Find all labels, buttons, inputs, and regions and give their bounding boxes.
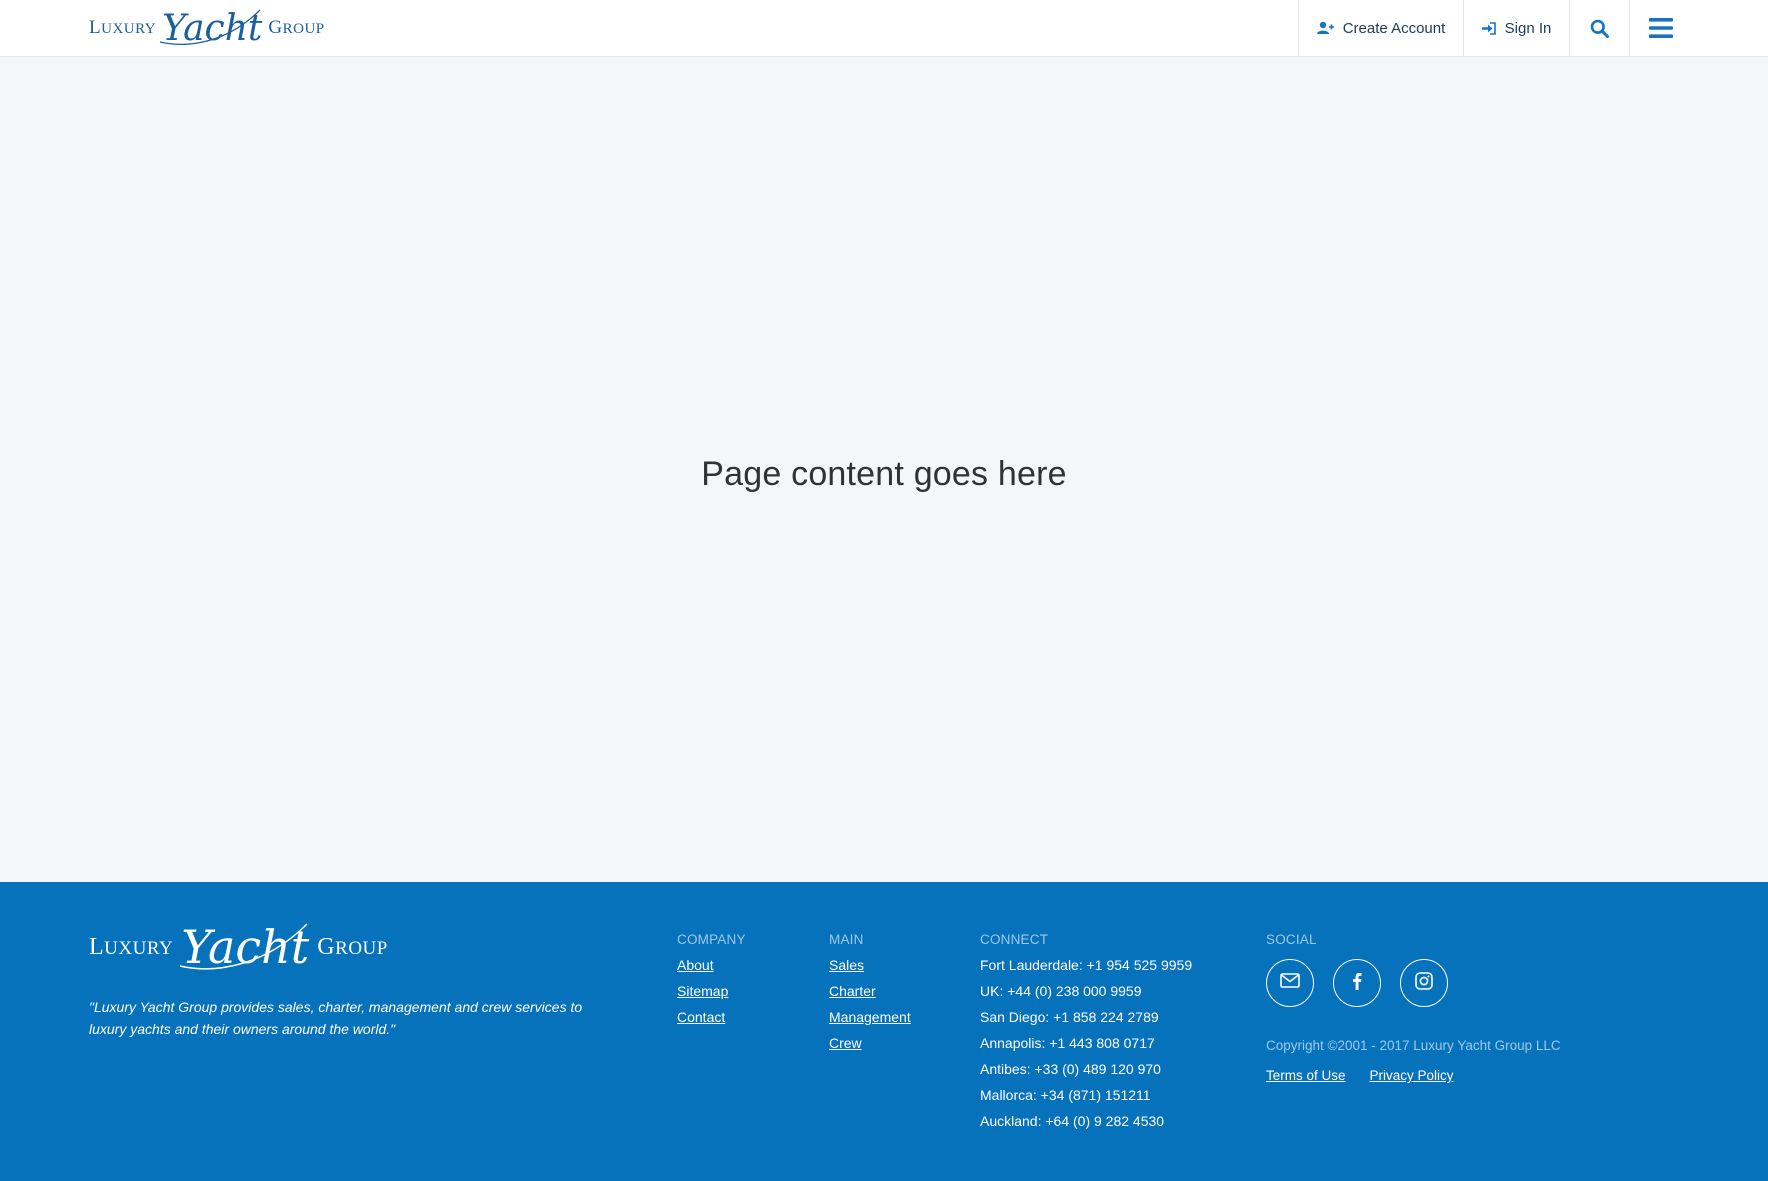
footer-heading-social: SOCIAL <box>1266 932 1317 947</box>
copyright-text: Copyright ©2001 - 2017 Luxury Yacht Grou… <box>1266 1038 1561 1053</box>
footer-link-sitemap[interactable]: Sitemap <box>677 983 728 999</box>
office-phone-mallorca: Mallorca: +34 (871) 151211 <box>980 1087 1151 1103</box>
footer-link-about[interactable]: About <box>677 957 714 973</box>
envelope-icon <box>1280 973 1300 993</box>
social-links <box>1266 959 1448 1007</box>
footer-logo-word-yacht: Yacht <box>180 920 309 974</box>
footer-logo[interactable]: Luxury Yacht Group <box>89 920 388 974</box>
logo-word-luxury: Luxury <box>89 17 157 38</box>
main-content: Page content goes here <box>0 57 1768 882</box>
footer-link-charter[interactable]: Charter <box>829 983 876 999</box>
sign-in-button[interactable]: Sign In <box>1463 0 1569 56</box>
footer-link-sales[interactable]: Sales <box>829 957 864 973</box>
footer-link-contact[interactable]: Contact <box>677 1009 725 1025</box>
legal-links: Terms of Use Privacy Policy <box>1266 1068 1454 1083</box>
logo-swoosh-icon <box>159 9 261 45</box>
menu-button[interactable] <box>1629 0 1691 56</box>
email-social-button[interactable] <box>1266 959 1314 1007</box>
terms-of-use-link[interactable]: Terms of Use <box>1266 1068 1346 1083</box>
page-content-placeholder: Page content goes here <box>701 455 1067 493</box>
footer-logo-swoosh-icon <box>180 923 308 970</box>
footer-link-crew[interactable]: Crew <box>829 1035 862 1051</box>
user-plus-icon <box>1316 21 1334 35</box>
office-phone-annapolis: Annapolis: +1 443 808 0717 <box>980 1035 1155 1051</box>
hamburger-menu-icon <box>1648 18 1673 38</box>
footer-heading-main: MAIN <box>829 932 864 947</box>
office-phone-uk: UK: +44 (0) 238 000 9959 <box>980 983 1142 999</box>
office-phone-san-diego: San Diego: +1 858 224 2789 <box>980 1009 1159 1025</box>
facebook-icon <box>1352 972 1362 995</box>
office-phone-auckland: Auckland: +64 (0) 9 282 4530 <box>980 1113 1165 1129</box>
footer-column-social: SOCIAL <box>1266 932 1448 1007</box>
instagram-social-button[interactable] <box>1400 959 1448 1007</box>
footer-link-management[interactable]: Management <box>829 1009 911 1025</box>
footer-column-connect: CONNECT Fort Lauderdale: +1 954 525 9959… <box>980 932 1192 1134</box>
site-logo[interactable]: Luxury Yacht Group <box>89 6 325 50</box>
footer-tagline: "Luxury Yacht Group provides sales, char… <box>89 999 583 1037</box>
footer-logo-word-group: Group <box>317 933 388 960</box>
footer-heading-company: COMPANY <box>677 932 746 947</box>
site-header: Luxury Yacht Group Create Account Sign I… <box>0 0 1768 57</box>
footer-logo-word-luxury: Luxury <box>89 933 174 960</box>
office-phone-antibes: Antibes: +33 (0) 489 120 970 <box>980 1061 1161 1077</box>
create-account-button[interactable]: Create Account <box>1298 0 1463 56</box>
footer-column-company: COMPANY About Sitemap Contact <box>677 932 746 1030</box>
footer-column-main: MAIN Sales Charter Management Crew <box>829 932 911 1056</box>
logo-word-yacht: Yacht <box>159 8 262 49</box>
privacy-policy-link[interactable]: Privacy Policy <box>1370 1068 1454 1083</box>
search-icon <box>1590 19 1609 38</box>
sign-in-icon <box>1481 21 1496 35</box>
logo-word-group: Group <box>268 17 325 38</box>
footer-heading-connect: CONNECT <box>980 932 1049 947</box>
facebook-social-button[interactable] <box>1333 959 1381 1007</box>
site-footer: Luxury Yacht Group "Luxury Yacht Group p… <box>0 882 1768 1181</box>
create-account-label: Create Account <box>1342 19 1446 37</box>
office-phone-fort-lauderdale: Fort Lauderdale: +1 954 525 9959 <box>980 957 1193 973</box>
sign-in-label: Sign In <box>1504 19 1552 37</box>
search-button[interactable] <box>1569 0 1629 56</box>
instagram-icon <box>1415 971 1433 995</box>
